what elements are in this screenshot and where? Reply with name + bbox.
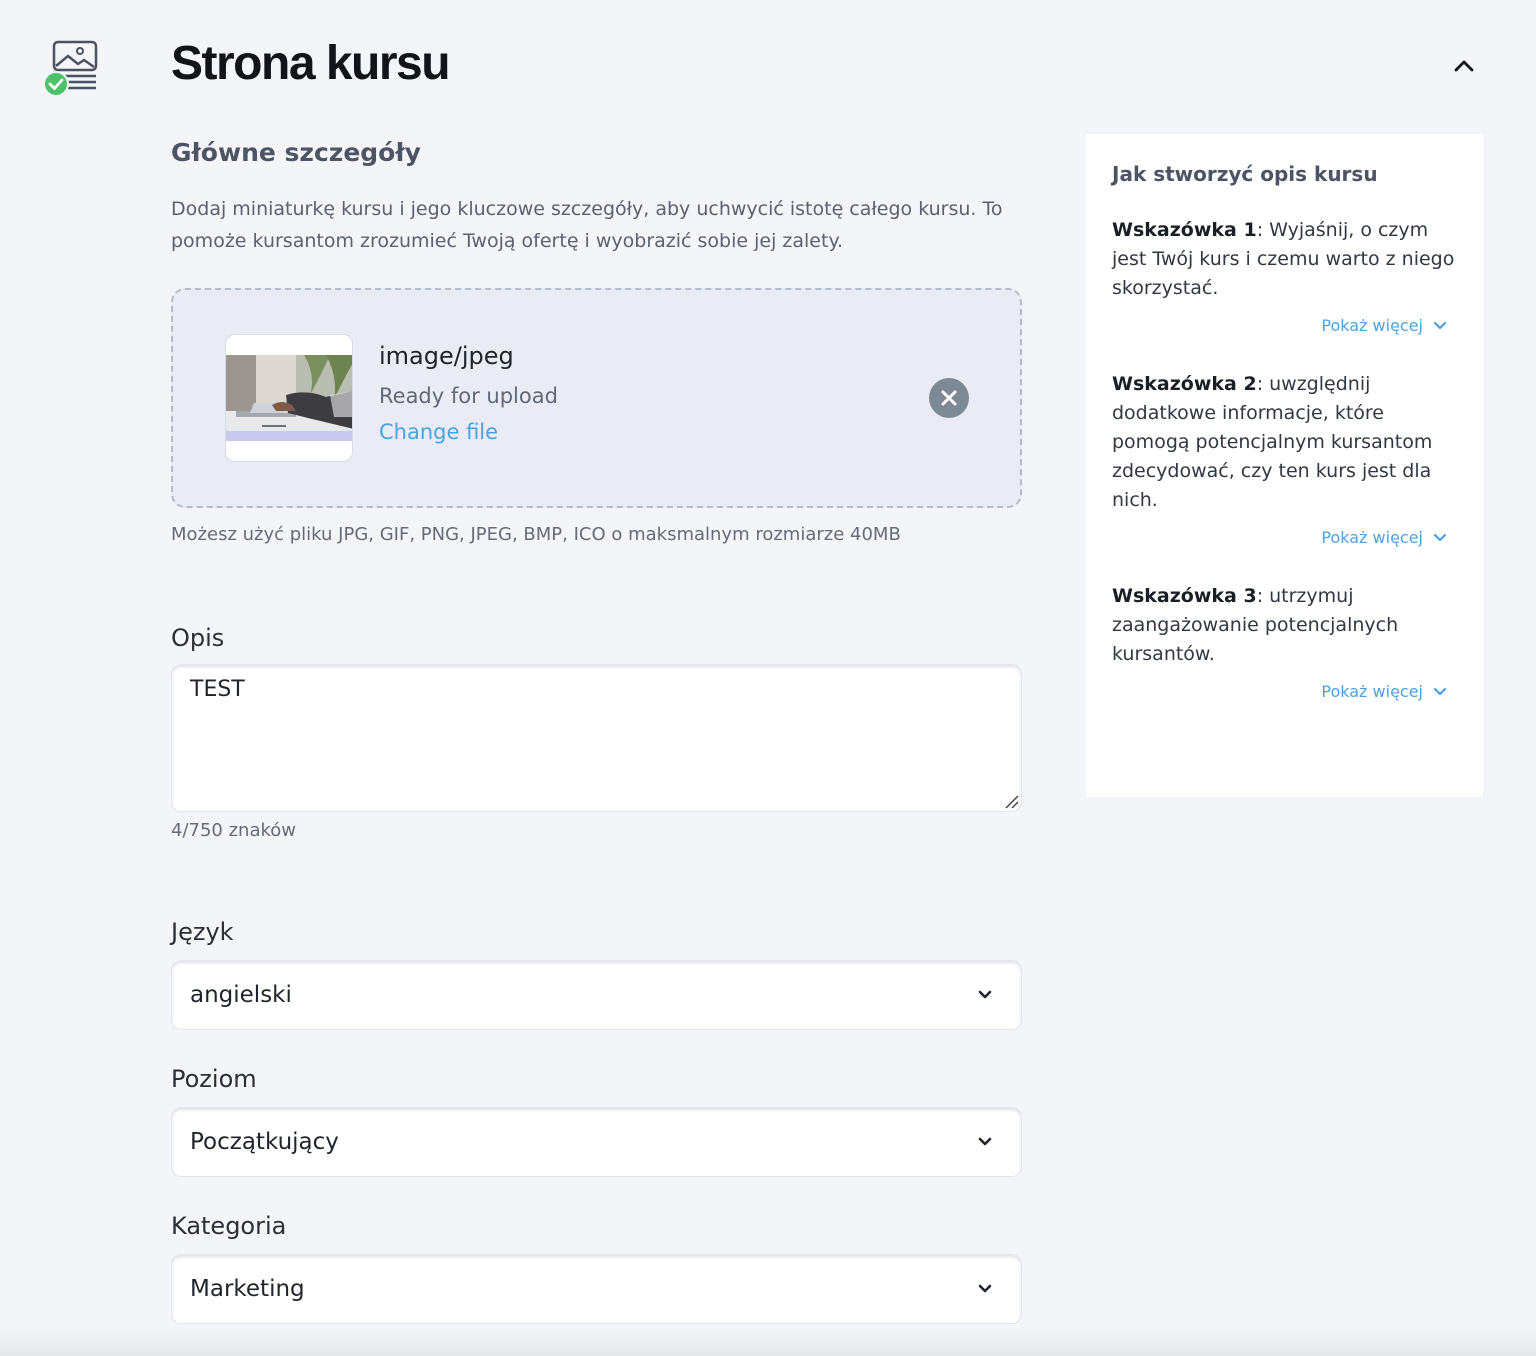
main-details-form: Główne szczegóły Dodaj miniaturkę kursu … (171, 134, 1022, 1324)
thumbnail-preview (225, 334, 353, 462)
category-label: Kategoria (171, 1212, 287, 1240)
upload-hint: Możesz użyć pliku JPG, GIF, PNG, JPEG, B… (171, 524, 901, 545)
collapse-section-button[interactable] (1448, 52, 1480, 80)
show-more-label: Pokaż więcej (1321, 682, 1423, 701)
tip-1: Wskazówka 1: Wyjaśnij, o czym jest Twój … (1112, 216, 1457, 340)
file-type: image/jpeg (379, 342, 514, 370)
category-value: Marketing (190, 1276, 305, 1302)
chevron-down-icon (1433, 321, 1447, 329)
show-more-link[interactable]: Pokaż więcej (1112, 523, 1457, 552)
thumbnail-upload-area[interactable]: image/jpeg Ready for upload Change file (171, 288, 1022, 508)
tips-panel: Jak stworzyć opis kursu Wskazówka 1: Wyj… (1086, 134, 1483, 797)
description-label: Opis (171, 624, 225, 652)
language-value: angielski (190, 982, 292, 1008)
section-intro: Dodaj miniaturkę kursu i jego kluczowe s… (171, 198, 1003, 252)
chevron-down-icon (978, 1137, 992, 1146)
level-value: Początkujący (190, 1129, 339, 1155)
tip-3: Wskazówka 3: utrzymuj zaangażowanie pote… (1112, 582, 1457, 706)
language-label: Język (171, 918, 234, 946)
course-page-icon (40, 38, 100, 98)
show-more-link[interactable]: Pokaż więcej (1112, 311, 1457, 340)
change-file-link[interactable]: Change file (379, 420, 498, 444)
level-label: Poziom (171, 1065, 257, 1093)
chevron-down-icon (1433, 687, 1447, 695)
page-title: Strona kursu (171, 37, 451, 90)
remove-file-button[interactable] (929, 378, 969, 418)
chevron-down-icon (978, 990, 992, 999)
show-more-label: Pokaż więcej (1321, 316, 1423, 335)
section-subtitle: Główne szczegóły (171, 138, 421, 167)
tip-heading: Wskazówka 1 (1112, 219, 1257, 241)
tip-heading: Wskazówka 3 (1112, 585, 1257, 607)
description-value: TEST (190, 677, 245, 702)
chevron-up-icon (1454, 60, 1474, 72)
character-count: 4/750 znaków (171, 820, 296, 841)
language-select[interactable]: angielski (171, 960, 1022, 1030)
show-more-label: Pokaż więcej (1321, 528, 1423, 547)
resize-handle-icon[interactable] (1003, 793, 1019, 809)
bottom-fade (0, 1326, 1536, 1356)
file-info: image/jpeg Ready for upload Change file (379, 342, 558, 444)
tip-heading: Wskazówka 2 (1112, 373, 1257, 395)
show-more-link[interactable]: Pokaż więcej (1112, 677, 1457, 706)
level-select[interactable]: Początkujący (171, 1107, 1022, 1177)
file-status: Ready for upload (379, 384, 558, 408)
tips-title: Jak stworzyć opis kursu (1112, 162, 1378, 186)
chevron-down-icon (978, 1284, 992, 1293)
chevron-down-icon (1433, 533, 1447, 541)
close-icon (941, 390, 957, 406)
category-select[interactable]: Marketing (171, 1254, 1022, 1324)
description-textarea[interactable]: TEST (171, 664, 1022, 812)
tip-2: Wskazówka 2: uwzględnij dodatkowe inform… (1112, 370, 1457, 552)
